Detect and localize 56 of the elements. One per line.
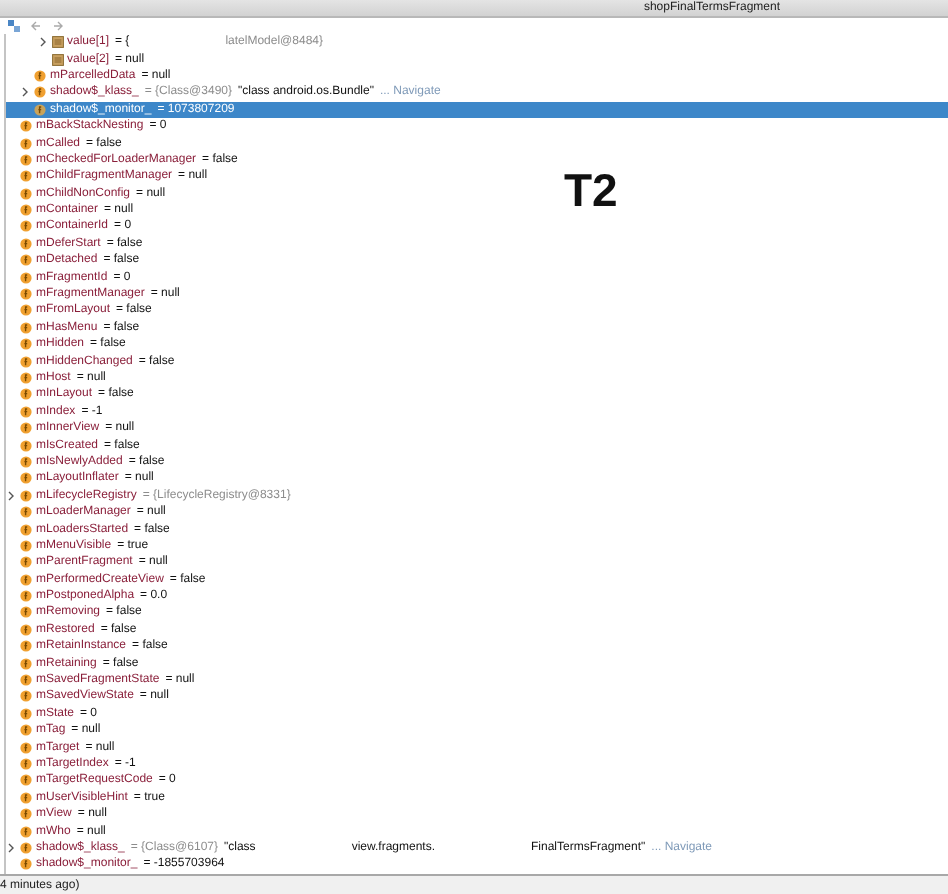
field-icon — [34, 86, 46, 99]
field-icon — [20, 623, 32, 636]
field-icon — [20, 640, 32, 653]
field-icon — [20, 741, 32, 754]
expand-chevron-icon[interactable] — [6, 489, 16, 502]
field-icon — [20, 254, 32, 267]
field-icon — [20, 187, 32, 200]
expand-chevron-icon[interactable] — [37, 36, 47, 49]
field-icon — [20, 372, 32, 384]
field-icon — [20, 590, 32, 603]
field-icon — [20, 288, 32, 301]
field-icon — [20, 439, 32, 452]
field-icon — [20, 539, 32, 552]
field-icon — [20, 489, 32, 502]
field-icon — [20, 523, 32, 536]
field-icon — [20, 137, 32, 150]
field-icon — [20, 472, 32, 485]
field-icon — [20, 321, 32, 334]
field-icon — [20, 757, 32, 770]
field-icon — [20, 825, 32, 838]
field-icon — [34, 69, 46, 82]
field-icon — [20, 791, 32, 804]
expand-chevron-icon[interactable] — [20, 86, 30, 99]
field-icon — [20, 405, 32, 418]
field-icon — [20, 841, 32, 854]
field-icon — [20, 556, 32, 569]
array-element-icon — [51, 53, 63, 66]
field-icon — [20, 237, 32, 250]
annotation-label: T2 — [564, 164, 618, 218]
field-icon — [20, 858, 32, 871]
field-icon — [20, 204, 32, 217]
field-icon — [20, 388, 32, 401]
array-element-icon — [51, 36, 63, 49]
field-icon — [20, 657, 32, 670]
field-icon — [20, 506, 32, 519]
field-icon — [20, 690, 32, 703]
field-icon — [20, 573, 32, 586]
field-icon — [20, 120, 32, 133]
field-icon — [20, 606, 32, 619]
field-icon — [20, 674, 32, 687]
expand-chevron-icon[interactable] — [6, 841, 16, 854]
field-icon — [20, 355, 32, 368]
field-icon — [20, 338, 32, 351]
field-icon — [20, 304, 32, 317]
field-icon — [34, 103, 46, 116]
field-icon — [20, 724, 32, 737]
field-icon — [20, 774, 32, 787]
field-icon — [20, 422, 32, 435]
field-icon — [20, 455, 32, 468]
layout-icon[interactable] — [8, 20, 20, 32]
field-icon — [20, 220, 32, 233]
field-icon — [20, 271, 32, 284]
field-icon — [20, 707, 32, 720]
field-icon — [20, 170, 32, 183]
field-icon — [20, 808, 32, 821]
field-icon — [20, 153, 32, 166]
